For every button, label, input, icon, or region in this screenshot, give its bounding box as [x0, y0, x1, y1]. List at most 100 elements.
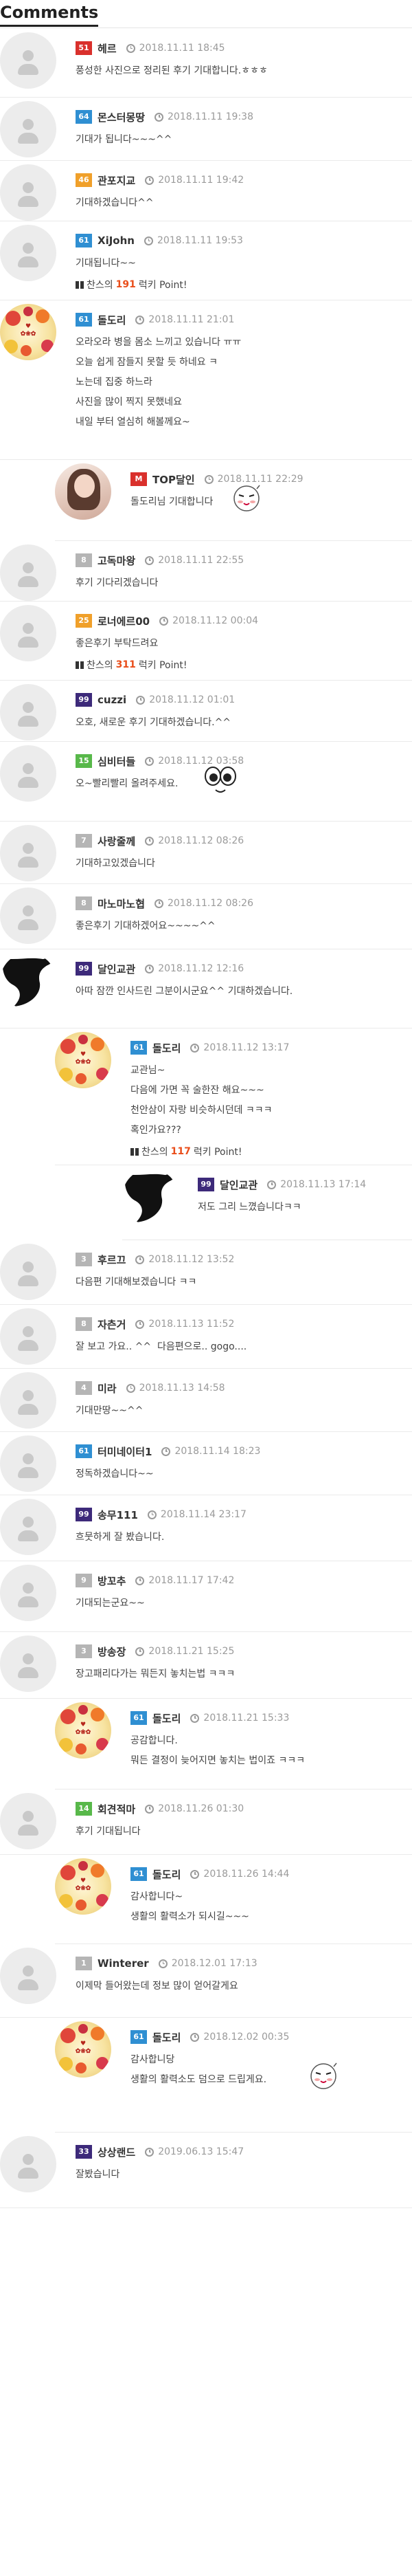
author-name[interactable]: 후르끄: [98, 1253, 126, 1267]
comment-item: ♥ ✿❀✿ 61 돌도리 2018.11.11 21:01 오라오라 병을 몸소 느끼고 …: [0, 300, 412, 460]
comment-meta: M TOP달인 2018.11.11 22:29: [130, 472, 304, 487]
user-avatar[interactable]: [0, 1435, 56, 1492]
user-avatar[interactable]: [0, 745, 56, 802]
author-name[interactable]: 마노마노협: [98, 896, 145, 911]
author-name[interactable]: 관포지교: [98, 173, 135, 188]
lucky-point-notice: 찬스의 117 럭키 Point!: [130, 1145, 242, 1158]
user-avatar[interactable]: [0, 888, 56, 944]
user-avatar[interactable]: [0, 32, 56, 89]
flower-petal: [96, 1068, 108, 1080]
comment-text: 오라오라 병을 몸소 느끼고 있습니다 ㅠㅠ 오늘 쉽게 잠들지 못할 듯 하네요…: [76, 333, 241, 432]
user-avatar[interactable]: [0, 1793, 56, 1849]
flower-greeting-icon: ♥ ✿❀✿: [75, 1878, 91, 1892]
comment-text: 잘 보고 가요.. ^^ 다음편으로.. gogo....: [76, 1337, 247, 1357]
googly-eyes-emoticon: [205, 765, 236, 798]
author-name[interactable]: 로너에르00: [98, 614, 150, 628]
author-name[interactable]: cuzzi: [98, 694, 126, 706]
section-title: Comments: [0, 3, 99, 27]
user-avatar[interactable]: [0, 225, 56, 281]
user-avatar[interactable]: [0, 605, 56, 661]
user-avatar[interactable]: [0, 1499, 56, 1555]
author-name[interactable]: 미라: [98, 1381, 117, 1396]
author-name[interactable]: 송무111: [98, 1508, 138, 1522]
author-name[interactable]: TOP달인: [152, 472, 195, 487]
clock-icon: [145, 964, 154, 973]
author-name[interactable]: 방송장: [98, 1644, 126, 1659]
author-name[interactable]: 사랑줄께: [98, 834, 135, 848]
author-name[interactable]: 상상랜드: [98, 2145, 135, 2159]
level-badge: 3: [76, 1644, 92, 1658]
comment-meta: 3 후르끄 2018.11.12 13:52: [76, 1252, 234, 1267]
user-avatar[interactable]: [0, 1948, 56, 2004]
comment-text: 잘봤습니다: [76, 2165, 119, 2185]
user-avatar[interactable]: ♥ ✿❀✿: [55, 1858, 111, 1915]
comment-line: 뭐든 결정이 늦어지면 놓치는 법이죠 ㅋㅋㅋ: [130, 1755, 306, 1766]
author-name[interactable]: 심비터들: [98, 754, 135, 769]
black-bird-icon: [2, 956, 55, 1006]
comment-date: 2018.11.13 11:52: [148, 1319, 235, 1330]
level-badge: 9: [76, 1574, 92, 1587]
reply-item: 99 달인교관 2018.11.13 17:14 저도 그리 느꼈습니다ㅋㅋ: [122, 1165, 412, 1240]
comment-line: 풍성한 사진으로 정리된 후기 기대합니다.ㅎㅎㅎ: [76, 65, 268, 76]
user-avatar[interactable]: [0, 684, 56, 740]
point-value: 311: [115, 659, 136, 670]
user-avatar[interactable]: [0, 544, 56, 601]
author-name[interactable]: 돌도리: [152, 2030, 181, 2045]
author-name[interactable]: 터미네이터1: [98, 1444, 152, 1459]
comment-meta: 3 방송장 2018.11.21 15:25: [76, 1644, 234, 1659]
comment-item: 7 사랑줄께 2018.11.12 08:26 기대하고있겠습니다: [0, 821, 412, 884]
comment-text: 후기 기대됩니다: [76, 1822, 141, 1842]
author-name[interactable]: 달인교관: [220, 1178, 258, 1192]
user-avatar[interactable]: [0, 1636, 56, 1692]
author-name[interactable]: 돌도리: [98, 313, 126, 327]
user-avatar[interactable]: [122, 1169, 179, 1225]
user-avatar[interactable]: ♥ ✿❀✿: [0, 304, 56, 360]
author-name[interactable]: 자츤거: [98, 1317, 126, 1332]
comment-text: 교관님~ 다음에 가면 꼭 술한잔 해요~~~ 천안삼이 자랑 비슷하시던데 ㅋㅋㅋ…: [130, 1061, 273, 1141]
user-avatar[interactable]: [0, 1372, 56, 1429]
gift-icon: [76, 280, 84, 289]
author-name[interactable]: 회견적마: [98, 1802, 135, 1816]
comment-item: 8 고독마왕 2018.11.11 22:55 후기 기다리겠습니다: [0, 540, 412, 602]
author-name[interactable]: 고독마왕: [98, 553, 135, 568]
author-name[interactable]: 돌도리: [152, 1041, 181, 1055]
author-name[interactable]: 몬스터몽땅: [98, 110, 145, 124]
user-avatar[interactable]: [0, 1308, 56, 1365]
reply-item: ♥ ✿❀✿ 61 돌도리 2018.11.26 14:44 감사합니다~ 생활의 활력소가 …: [55, 1854, 412, 1944]
user-avatar[interactable]: [0, 953, 56, 1009]
comment-meta: 7 사랑줄께 2018.11.12 08:26: [76, 833, 244, 848]
clock-icon: [159, 616, 169, 626]
author-name[interactable]: 돌도리: [152, 1867, 181, 1882]
user-avatar[interactable]: ♥ ✿❀✿: [55, 2021, 111, 2078]
author-name[interactable]: 돌도리: [152, 1711, 181, 1726]
author-name[interactable]: Winterer: [98, 1957, 149, 1970]
point-suffix: 럭키 Point!: [138, 280, 187, 291]
user-avatar[interactable]: [0, 164, 56, 221]
flower-greeting-icon: ♥ ✿❀✿: [75, 1721, 91, 1736]
gift-icon: [76, 661, 84, 669]
comment-text: 공감합니다. 뭐든 결정이 늦어지면 놓치는 법이죠 ㅋㅋㅋ: [130, 1731, 305, 1771]
user-avatar[interactable]: ♥ ✿❀✿: [55, 1702, 111, 1759]
comment-line: 기대가 됩니다~~~^^: [76, 134, 172, 145]
user-avatar[interactable]: [0, 825, 56, 881]
user-avatar[interactable]: [0, 101, 56, 157]
author-name[interactable]: 헤르: [98, 41, 117, 56]
comment-line: 오라오라 병을 몸소 느끼고 있습니다 ㅠㅠ: [76, 337, 242, 348]
level-badge: 61: [76, 313, 92, 327]
user-avatar[interactable]: [55, 463, 111, 520]
comment-line: 돌도리님 기대합니다: [130, 496, 214, 507]
clock-icon: [145, 1804, 154, 1814]
flower-petal: [78, 1861, 88, 1871]
author-name[interactable]: 달인교관: [98, 962, 135, 976]
user-avatar[interactable]: [0, 1565, 56, 1621]
flower-petal: [78, 1705, 88, 1715]
comment-meta: 61 XiJohn 2018.11.11 19:53: [76, 233, 243, 248]
user-avatar[interactable]: [0, 2136, 56, 2192]
author-name[interactable]: 방꼬추: [98, 1574, 126, 1588]
user-avatar[interactable]: [0, 1244, 56, 1300]
author-name[interactable]: XiJohn: [98, 234, 135, 247]
level-badge: 61: [130, 1711, 147, 1725]
comment-line: 내일 부터 열심히 해볼께요~: [76, 417, 190, 428]
user-avatar[interactable]: ♥ ✿❀✿: [55, 1032, 111, 1088]
clock-icon: [158, 1959, 168, 1968]
